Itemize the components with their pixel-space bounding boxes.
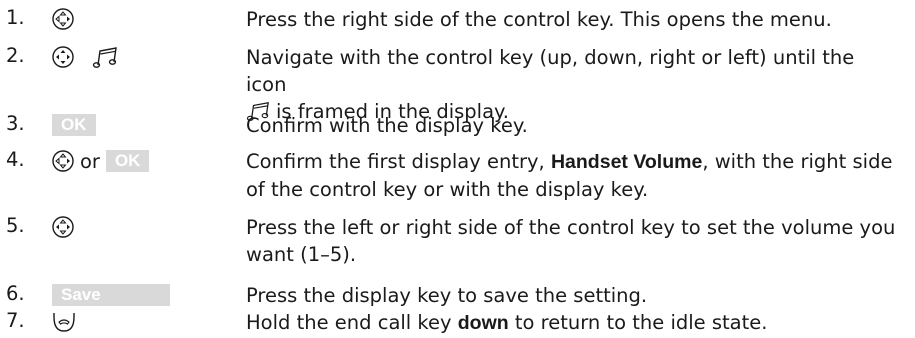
step-text: Press the left or right side of the cont…: [246, 216, 896, 266]
step-text: Press the display key to save the settin…: [246, 284, 648, 307]
step-text: Confirm the first display entry, Handset…: [246, 150, 893, 201]
step-text: Confirm with the display key.: [246, 114, 528, 137]
music-note-icon: [92, 47, 117, 68]
step-number: 7.: [6, 309, 25, 332]
ok-display-key: OK: [105, 150, 150, 172]
control-key-icon: [52, 8, 74, 30]
save-display-key: Save: [52, 284, 170, 306]
step-number: 3.: [6, 112, 25, 135]
step-text: Hold the end call key down to return to …: [246, 311, 768, 334]
step-number: 4.: [6, 148, 25, 171]
control-key-icon: [52, 150, 74, 172]
ok-display-key: OK: [52, 114, 96, 136]
or-label: or: [80, 149, 100, 173]
control-key-icon: [52, 46, 74, 68]
step-text: Press the right side of the control key.…: [246, 8, 832, 31]
step-number: 2.: [6, 44, 25, 67]
step-number: 5.: [6, 214, 25, 237]
instruction-steps: 1. Press the right side of the control k…: [0, 0, 915, 338]
step-number: 6.: [6, 282, 25, 305]
control-key-icon: [52, 216, 74, 238]
step-number: 1.: [6, 6, 25, 29]
end-call-key-icon: [53, 313, 75, 332]
